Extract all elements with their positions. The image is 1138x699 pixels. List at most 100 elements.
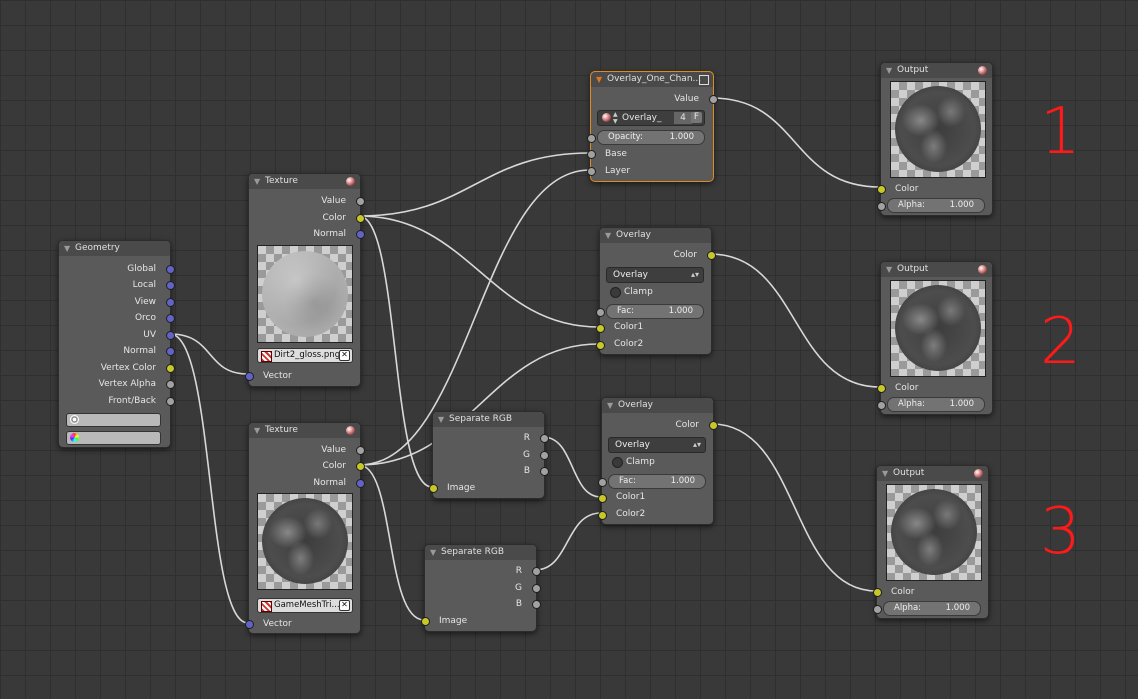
fac-field[interactable]: Fac: 1.000	[608, 474, 706, 489]
collapse-triangle-icon[interactable]: ▼	[254, 174, 260, 189]
socket-color[interactable]	[877, 384, 886, 393]
socket-normal[interactable]	[166, 347, 175, 356]
node-header[interactable]: ▼ Texture	[249, 174, 360, 189]
socket-alpha[interactable]	[877, 401, 886, 410]
socket-normal[interactable]	[356, 479, 365, 488]
opacity-field[interactable]: Opacity: 1.000	[597, 130, 705, 145]
alpha-field[interactable]: Alpha: 1.000	[887, 397, 985, 412]
socket-color[interactable]	[709, 421, 718, 430]
group-edit-icon[interactable]	[699, 75, 709, 85]
socket-color[interactable]	[707, 251, 716, 260]
mix-node-1[interactable]: ▼ Overlay Color Overlay ▴▾ Clamp Fac: 1.000…	[596, 227, 716, 355]
socket-vertex-alpha[interactable]	[166, 380, 175, 389]
socket-normal[interactable]	[356, 230, 365, 239]
alpha-field[interactable]: Alpha: 1.000	[887, 198, 985, 213]
blend-mode-dropdown[interactable]: Overlay ▴▾	[606, 267, 704, 283]
socket-opacity[interactable]	[587, 134, 596, 143]
output-node-1[interactable]: ▼ Output Color Alpha: 1.000	[877, 62, 993, 216]
socket-alpha[interactable]	[877, 202, 886, 211]
texture-node-1[interactable]: ▼ Texture Value Color Normal Dirt2_gloss.…	[245, 173, 365, 387]
socket-color2[interactable]	[598, 511, 607, 520]
socket-b[interactable]	[540, 467, 549, 476]
socket-color2[interactable]	[596, 341, 605, 350]
socket-front-back[interactable]	[166, 397, 175, 406]
separate-rgb-node-1[interactable]: ▼ Separate RGB R G B Image	[429, 411, 549, 499]
clamp-checkbox[interactable]	[610, 287, 621, 298]
socket-local[interactable]	[166, 281, 175, 290]
unlink-icon[interactable]: ✕	[339, 600, 350, 611]
image-selector[interactable]: Dirt2_gloss.png ✕	[257, 348, 353, 363]
output-node-3[interactable]: ▼ Output Color Alpha: 1.000	[873, 465, 989, 619]
socket-base[interactable]	[587, 150, 596, 159]
socket-color1[interactable]	[596, 324, 605, 333]
socket-value[interactable]	[356, 197, 365, 206]
socket-g[interactable]	[540, 451, 549, 460]
collapse-triangle-icon[interactable]: ▼	[438, 412, 444, 427]
node-header[interactable]: ▼ Overlay	[602, 398, 713, 413]
unlink-icon[interactable]: ✕	[339, 350, 350, 361]
collapse-triangle-icon[interactable]: ▼	[64, 241, 70, 256]
socket-image[interactable]	[421, 617, 430, 626]
socket-vector[interactable]	[245, 372, 254, 381]
socket-color1[interactable]	[598, 494, 607, 503]
socket-alpha[interactable]	[873, 605, 882, 614]
node-header[interactable]: ▼ Separate RGB	[425, 545, 536, 560]
socket-uv[interactable]	[166, 331, 175, 340]
socket-fac[interactable]	[598, 478, 607, 487]
preview-toggle-icon[interactable]	[346, 426, 355, 435]
node-header[interactable]: ▼ Output	[877, 466, 988, 481]
node-header[interactable]: ▼ Texture	[249, 423, 360, 438]
separate-rgb-node-2[interactable]: ▼ Separate RGB R G B Image	[421, 544, 541, 632]
preview-toggle-icon[interactable]	[974, 469, 983, 478]
socket-view[interactable]	[166, 298, 175, 307]
socket-fac[interactable]	[596, 308, 605, 317]
texture-node-2[interactable]: ▼ Texture Value Color Normal GameMeshTri.…	[245, 422, 365, 634]
socket-value[interactable]	[356, 446, 365, 455]
socket-color[interactable]	[356, 462, 365, 471]
group-users[interactable]: 4	[674, 112, 692, 124]
output-node-2[interactable]: ▼ Output Color Alpha: 1.000	[877, 261, 993, 415]
collapse-triangle-icon[interactable]: ▼	[886, 63, 892, 78]
collapse-triangle-icon[interactable]: ▼	[430, 545, 436, 560]
node-header[interactable]: ▼ Output	[881, 63, 992, 78]
socket-color[interactable]	[356, 214, 365, 223]
socket-layer[interactable]	[587, 167, 596, 176]
socket-color[interactable]	[877, 185, 886, 194]
node-header[interactable]: ▼ Overlay_One_Chan...	[591, 72, 713, 87]
socket-vector[interactable]	[245, 620, 254, 629]
collapse-triangle-icon[interactable]: ▼	[882, 466, 888, 481]
group-selector[interactable]: ▲ ▼ Overlay_ 4 F	[597, 110, 705, 126]
vertex-color-field[interactable]	[66, 431, 161, 445]
socket-orco[interactable]	[166, 314, 175, 323]
socket-value[interactable]	[709, 95, 718, 104]
geometry-node[interactable]: ▼ Geometry Global Local View Orco UV Norm…	[58, 240, 175, 448]
node-header[interactable]: ▼ Output	[881, 262, 992, 277]
fake-user-button[interactable]: F	[691, 112, 702, 123]
collapse-triangle-icon[interactable]: ▼	[596, 72, 602, 87]
socket-vertex-color[interactable]	[166, 364, 175, 373]
collapse-triangle-icon[interactable]: ▼	[254, 423, 260, 438]
uv-map-field[interactable]	[66, 413, 161, 427]
preview-toggle-icon[interactable]	[978, 265, 987, 274]
preview-toggle-icon[interactable]	[978, 66, 987, 75]
socket-b[interactable]	[532, 600, 541, 609]
collapse-triangle-icon[interactable]: ▼	[605, 228, 611, 243]
socket-global[interactable]	[166, 265, 175, 274]
node-header[interactable]: ▼ Separate RGB	[433, 412, 544, 427]
collapse-triangle-icon[interactable]: ▼	[886, 262, 892, 277]
fac-field[interactable]: Fac: 1.000	[606, 304, 704, 319]
clamp-checkbox[interactable]	[612, 457, 623, 468]
mix-node-2[interactable]: ▼ Overlay Color Overlay ▴▾ Clamp Fac: 1.000…	[598, 397, 718, 525]
image-selector[interactable]: GameMeshTri... ✕	[257, 598, 353, 613]
socket-color[interactable]	[873, 588, 882, 597]
preview-toggle-icon[interactable]	[346, 177, 355, 186]
socket-r[interactable]	[532, 567, 541, 576]
collapse-triangle-icon[interactable]: ▼	[607, 398, 613, 413]
blend-mode-dropdown[interactable]: Overlay ▴▾	[608, 437, 706, 453]
socket-g[interactable]	[532, 584, 541, 593]
alpha-field[interactable]: Alpha: 1.000	[883, 601, 981, 616]
node-header[interactable]: ▼ Geometry	[59, 241, 170, 256]
socket-image[interactable]	[429, 484, 438, 493]
socket-r[interactable]	[540, 434, 549, 443]
node-header[interactable]: ▼ Overlay	[600, 228, 711, 243]
